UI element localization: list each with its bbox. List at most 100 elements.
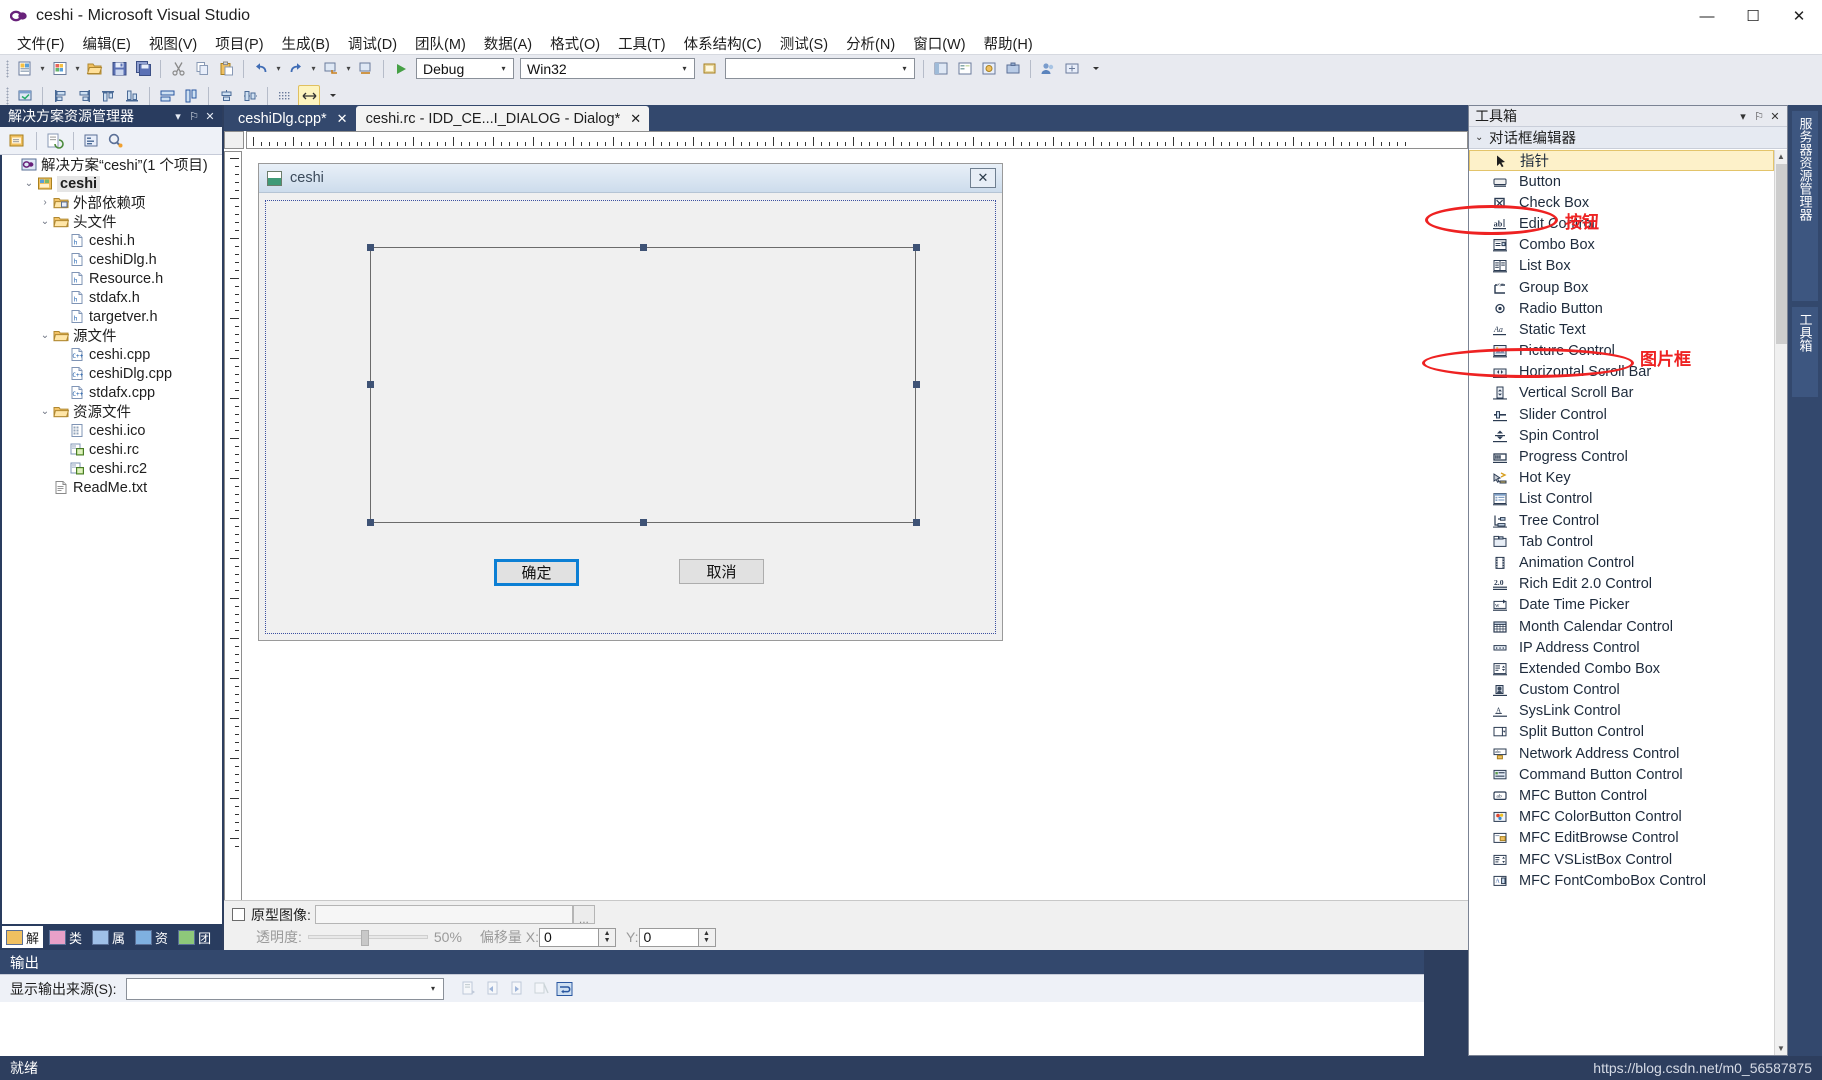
document-tab-1[interactable]: ceshiDlg.cpp* ✕	[228, 106, 356, 131]
toolbar-grip[interactable]	[6, 86, 9, 105]
menu-item-11[interactable]: 体系结构(C)	[675, 32, 771, 55]
tab-close-icon[interactable]: ✕	[630, 111, 641, 127]
undo-dropdown-icon[interactable]: ▾	[273, 58, 284, 80]
tree-item[interactable]: C++ stdafx.cpp	[2, 383, 222, 402]
dialog-close-button[interactable]: ✕	[970, 168, 996, 188]
tree-item[interactable]: h stdafx.h	[2, 288, 222, 307]
toolbox-item-mfc-editbrowse[interactable]: MFC EditBrowse Control	[1469, 828, 1774, 849]
test-dialog-icon[interactable]	[14, 85, 36, 107]
expander-icon[interactable]: ⌄	[22, 178, 36, 189]
transparency-slider[interactable]	[307, 930, 428, 946]
toolbox-toggle-icon[interactable]	[1002, 58, 1024, 80]
toolbox-item-mfc-fontcombo[interactable]: A MFC FontComboBox Control	[1469, 870, 1774, 891]
expander-icon[interactable]: ⌄	[38, 330, 52, 341]
chevron-down-icon[interactable]: ▾	[677, 64, 692, 73]
se-tab-team-explorer-icon[interactable]: 团	[174, 926, 215, 948]
toolbox-item-pointer[interactable]: 指针	[1469, 150, 1774, 171]
toolbox-item-static-text[interactable]: Aa Static Text	[1469, 319, 1774, 340]
se-tab-resource-view-icon[interactable]: 资	[131, 926, 172, 948]
toolbox-item-tree-control[interactable]: Tree Control	[1469, 510, 1774, 531]
tree-item[interactable]: h targetver.h	[2, 307, 222, 326]
prototype-image-path-input[interactable]	[314, 905, 573, 924]
selection-handle-s[interactable]	[640, 519, 647, 526]
toggle-grid-icon[interactable]	[274, 85, 296, 107]
menu-item-5[interactable]: 生成(B)	[273, 32, 339, 55]
center-vertical-icon[interactable]	[239, 85, 261, 107]
close-icon[interactable]: ✕	[202, 110, 218, 123]
toolbox-item-calendar[interactable]: Month Calendar Control	[1469, 616, 1774, 637]
chevron-down-icon[interactable]: ▾	[496, 64, 511, 73]
ok-button[interactable]: 确定	[494, 559, 579, 586]
output-list-icon[interactable]	[458, 978, 480, 1000]
scroll-down-icon[interactable]: ▼	[1775, 1042, 1787, 1055]
expander-icon[interactable]: ⌄	[38, 216, 52, 227]
tree-item[interactable]: ReadMe.txt	[2, 478, 222, 497]
toolbox-item-vscrollbar[interactable]: Vertical Scroll Bar	[1469, 383, 1774, 404]
menu-item-13[interactable]: 分析(N)	[837, 32, 904, 55]
toolbox-item-mfc-vslistbox[interactable]: MFC VSListBox Control	[1469, 849, 1774, 870]
toolbox-item-hotkey[interactable]: Hot Key	[1469, 468, 1774, 489]
show-all-files-icon[interactable]	[7, 130, 29, 152]
tree-item[interactable]: C++ ceshi.cpp	[2, 345, 222, 364]
new-project-icon[interactable]	[14, 58, 36, 80]
redo-icon[interactable]	[285, 58, 307, 80]
cancel-button[interactable]: 取消	[679, 559, 764, 584]
toolbox-item-combo-box[interactable]: Combo Box	[1469, 235, 1774, 256]
se-tab-solution-explorer-icon[interactable]: 解	[2, 926, 44, 948]
prototype-image-checkbox[interactable]	[232, 908, 245, 921]
center-horizontal-icon[interactable]	[215, 85, 237, 107]
close-button[interactable]: ✕	[1776, 0, 1822, 32]
go-to-next-icon[interactable]	[506, 978, 528, 1000]
selection-handle-n[interactable]	[640, 244, 647, 251]
selection-handle-w[interactable]	[367, 381, 374, 388]
toolbox-item-custom-control[interactable]: Custom Control	[1469, 680, 1774, 701]
menu-item-15[interactable]: 帮助(H)	[975, 32, 1042, 55]
design-surface[interactable]: ceshi ✕ 确定 取消	[246, 151, 1468, 950]
open-file-icon[interactable]	[84, 58, 106, 80]
menu-item-3[interactable]: 视图(V)	[140, 32, 206, 55]
minimize-button[interactable]: —	[1684, 0, 1730, 32]
toolbox-item-radio-button[interactable]: Radio Button	[1469, 298, 1774, 319]
output-source-combo[interactable]: ▾	[125, 977, 444, 1000]
toolbox-item-syslink[interactable]: A SysLink Control	[1469, 701, 1774, 722]
toolbox-item-list-control[interactable]: List Control	[1469, 489, 1774, 510]
copy-icon[interactable]	[191, 58, 213, 80]
view-class-diagram-icon[interactable]	[105, 130, 127, 152]
offset-y-input[interactable]: 0	[638, 927, 699, 947]
toolbox-scrollbar[interactable]: ▲ ▼	[1774, 150, 1787, 1055]
tree-item[interactable]: ⌄ 资源文件	[2, 402, 222, 421]
team-explorer-icon[interactable]	[1037, 58, 1059, 80]
toolbox-item-tab-control[interactable]: Tab Control	[1469, 531, 1774, 552]
toolbox-item-progress[interactable]: Progress Control	[1469, 446, 1774, 467]
close-icon[interactable]: ✕	[1767, 110, 1783, 123]
expander-icon[interactable]: ›	[38, 197, 52, 208]
navigate-backward-icon[interactable]	[320, 58, 342, 80]
tree-item[interactable]: › 外部依赖项	[2, 193, 222, 212]
align-bottoms-icon[interactable]	[121, 85, 143, 107]
selection-handle-sw[interactable]	[367, 519, 374, 526]
scrollbar-thumb[interactable]	[1776, 164, 1787, 344]
toolbox-item-datetime-picker[interactable]: w Date Time Picker	[1469, 595, 1774, 616]
menu-item-4[interactable]: 项目(P)	[206, 32, 272, 55]
toolbox-category-dialog-editor[interactable]: ⌄ 对话框编辑器	[1469, 127, 1787, 149]
tree-item[interactable]: ceshi.rc2	[2, 459, 222, 478]
chevron-down-icon[interactable]: ▾	[426, 984, 441, 993]
make-same-width-icon[interactable]	[156, 85, 178, 107]
object-browser-icon[interactable]	[978, 58, 1000, 80]
offset-x-input[interactable]: 0	[539, 927, 600, 947]
refresh-icon[interactable]	[44, 130, 66, 152]
se-tab-class-view-icon[interactable]: 类	[45, 926, 86, 948]
align-lefts-icon[interactable]	[49, 85, 71, 107]
document-tab-2[interactable]: ceshi.rc - IDD_CE...I_DIALOG - Dialog* ✕	[355, 106, 650, 131]
save-icon[interactable]	[108, 58, 130, 80]
toolbox-item-spin[interactable]: Spin Control	[1469, 425, 1774, 446]
go-to-previous-icon[interactable]	[482, 978, 504, 1000]
menu-item-6[interactable]: 调试(D)	[339, 32, 406, 55]
maximize-button[interactable]: ☐	[1730, 0, 1776, 32]
make-same-height-icon[interactable]	[180, 85, 202, 107]
tab-close-icon[interactable]: ✕	[337, 111, 348, 127]
selection-handle-se[interactable]	[913, 519, 920, 526]
more-toolbar-icon[interactable]	[1085, 58, 1107, 80]
toolbox-tab[interactable]: 工具箱	[1792, 307, 1818, 397]
chevron-down-icon[interactable]: ▾	[897, 64, 912, 73]
